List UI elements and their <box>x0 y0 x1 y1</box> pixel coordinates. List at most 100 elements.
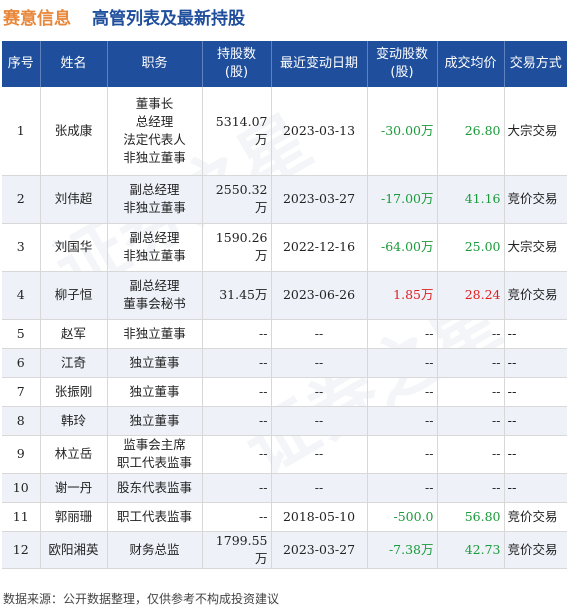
trade-method: 竞价交易 <box>504 502 567 532</box>
executive-name: 韩玲 <box>40 406 108 436</box>
last-change-date: 2023-06-26 <box>271 271 368 320</box>
executive-name: 刘伟超 <box>40 175 108 224</box>
executive-name: 郭丽珊 <box>40 502 108 532</box>
shares-change: -- <box>367 319 438 349</box>
row-number: 4 <box>2 271 41 320</box>
trade-method: -- <box>504 435 567 474</box>
trade-method: 竞价交易 <box>504 271 567 320</box>
shares-change: -- <box>367 473 438 503</box>
trade-method: 竞价交易 <box>504 531 567 569</box>
average-price: 26.80 <box>437 87 505 176</box>
executive-name: 林立岳 <box>40 435 108 474</box>
column-header: 姓名 <box>40 41 108 87</box>
trade-method: 大宗交易 <box>504 87 567 176</box>
shares-held: 1590.26万 <box>202 223 272 272</box>
executive-name: 江奇 <box>40 348 108 378</box>
executive-name: 张振刚 <box>40 377 108 407</box>
table-row: 9 林立岳 监事会主席 职工代表监事 -- -- -- -- -- <box>2 435 567 474</box>
column-header: 最近变动日期 <box>271 41 368 87</box>
average-price: -- <box>437 348 505 378</box>
table-row: 10 谢一丹 股东代表监事 -- -- -- -- -- <box>2 473 567 503</box>
last-change-date: -- <box>271 319 368 349</box>
row-number: 1 <box>2 87 41 176</box>
column-header: 变动股数 (股) <box>367 41 438 87</box>
shares-held: 2550.32万 <box>202 175 272 224</box>
row-number: 6 <box>2 348 41 378</box>
table-row: 3 刘国华 副总经理 非独立董事 1590.26万 2022-12-16 -64.00万 25… <box>2 223 567 272</box>
row-number: 9 <box>2 435 41 474</box>
trade-method: -- <box>504 348 567 378</box>
row-number: 8 <box>2 406 41 436</box>
column-header: 持股数 (股) <box>202 41 272 87</box>
shares-change: -500.0 <box>367 502 438 532</box>
shares-change: -64.00万 <box>367 223 438 272</box>
executive-name: 欧阳湘英 <box>40 531 108 569</box>
executive-roles: 独立董事 <box>107 348 203 378</box>
table-row: 7 张振刚 独立董事 -- -- -- -- -- <box>2 377 567 407</box>
shares-change: -- <box>367 435 438 474</box>
page-title: 高管列表及最新持股 <box>92 9 245 29</box>
company-name: 赛意信息 <box>3 9 71 29</box>
column-header: 序号 <box>2 41 41 87</box>
last-change-date: 2023-03-27 <box>271 531 368 569</box>
average-price: 25.00 <box>437 223 505 272</box>
executive-roles: 股东代表监事 <box>107 473 203 503</box>
trade-method: -- <box>504 473 567 503</box>
table-row: 6 江奇 独立董事 -- -- -- -- -- <box>2 348 567 378</box>
row-number: 5 <box>2 319 41 349</box>
average-price: 28.24 <box>437 271 505 320</box>
executive-name: 赵军 <box>40 319 108 349</box>
trade-method: -- <box>504 406 567 436</box>
row-number: 11 <box>2 502 41 532</box>
average-price: 41.16 <box>437 175 505 224</box>
shares-change: 1.85万 <box>367 271 438 320</box>
executive-roles: 职工代表监事 <box>107 502 203 532</box>
executive-roles: 副总经理 董事会秘书 <box>107 271 203 320</box>
executive-roles: 独立董事 <box>107 406 203 436</box>
row-number: 10 <box>2 473 41 503</box>
row-number: 3 <box>2 223 41 272</box>
last-change-date: 2018-05-10 <box>271 502 368 532</box>
trade-method: -- <box>504 377 567 407</box>
trade-method: 大宗交易 <box>504 223 567 272</box>
table-row: 1 张成康 董事长 总经理 法定代表人 非独立董事 5314.07万 2023-03-13 -3… <box>2 87 567 176</box>
average-price: 42.73 <box>437 531 505 569</box>
last-change-date: -- <box>271 406 368 436</box>
shares-held: -- <box>202 348 272 378</box>
shares-change: -- <box>367 348 438 378</box>
row-number: 7 <box>2 377 41 407</box>
executive-name: 谢一丹 <box>40 473 108 503</box>
average-price: -- <box>437 377 505 407</box>
executive-roles: 副总经理 非独立董事 <box>107 223 203 272</box>
shares-change: -- <box>367 406 438 436</box>
last-change-date: -- <box>271 435 368 474</box>
shares-held: -- <box>202 435 272 474</box>
table-row: 11 郭丽珊 职工代表监事 -- 2018-05-10 -500.0 56.80 竞价交易 <box>2 502 567 532</box>
column-header: 职务 <box>107 41 203 87</box>
shares-held: -- <box>202 473 272 503</box>
trade-method: 竞价交易 <box>504 175 567 224</box>
table-row: 8 韩玲 独立董事 -- -- -- -- -- <box>2 406 567 436</box>
last-change-date: 2023-03-27 <box>271 175 368 224</box>
column-header: 交易方式 <box>504 41 567 87</box>
average-price: -- <box>437 435 505 474</box>
shares-held: -- <box>202 502 272 532</box>
executive-roles: 非独立董事 <box>107 319 203 349</box>
row-number: 2 <box>2 175 41 224</box>
shares-change: -17.00万 <box>367 175 438 224</box>
shares-change: -7.38万 <box>367 531 438 569</box>
column-header: 成交均价 <box>437 41 505 87</box>
average-price: 56.80 <box>437 502 505 532</box>
table-row: 2 刘伟超 副总经理 非独立董事 2550.32万 2023-03-27 -17.00万 41… <box>2 175 567 224</box>
shares-held: 5314.07万 <box>202 87 272 176</box>
last-change-date: 2022-12-16 <box>271 223 368 272</box>
executive-roles: 独立董事 <box>107 377 203 407</box>
trade-method: -- <box>504 319 567 349</box>
row-number: 12 <box>2 531 41 569</box>
shares-change: -30.00万 <box>367 87 438 176</box>
last-change-date: -- <box>271 377 368 407</box>
shares-held: -- <box>202 377 272 407</box>
executive-name: 柳子恒 <box>40 271 108 320</box>
source-note: 数据来源：公开数据整理，仅供参考不构成投资建议 <box>3 592 280 606</box>
average-price: -- <box>437 406 505 436</box>
